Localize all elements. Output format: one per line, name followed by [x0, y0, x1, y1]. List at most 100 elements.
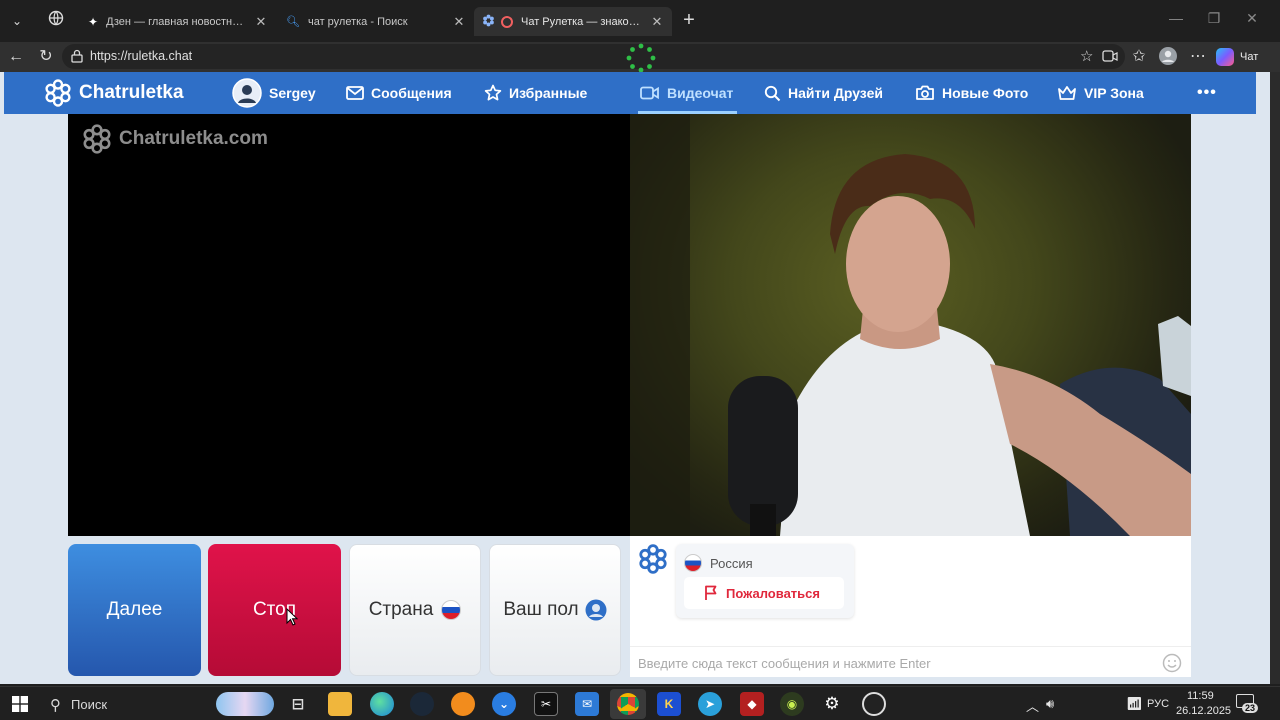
telegram-icon[interactable]: ➤	[698, 692, 722, 716]
report-button[interactable]: Пожаловаться	[684, 577, 844, 609]
chat-panel: Россия Пожаловаться	[630, 536, 1191, 677]
keyboard-language[interactable]: РУС	[1147, 698, 1169, 710]
nav-videochat[interactable]: Видеочат	[637, 72, 738, 114]
close-window-icon[interactable]: ✕	[1240, 10, 1264, 27]
settings-gear-icon[interactable]: ⚙	[820, 692, 844, 716]
copilot-label: Чат	[1240, 51, 1259, 63]
nav-user-profile[interactable]: Sergey	[232, 72, 316, 114]
steam-icon[interactable]	[410, 692, 434, 716]
partner-info-card: Россия Пожаловаться	[676, 544, 854, 618]
search-icon	[764, 85, 781, 101]
tray-chevron-icon[interactable]: ︿	[1026, 696, 1039, 715]
own-video-area: Chatruletka.com	[68, 114, 630, 536]
notification-count: 23	[1242, 703, 1259, 713]
site-header: Chatruletka Sergey Сообщения Избранные В…	[4, 72, 1256, 114]
favorites-icon[interactable]: ✩	[1128, 46, 1150, 68]
browser-tab-bar: ⌄ ✦ Дзен — главная новостная инфо ✕ 🔍︎ ч…	[0, 0, 1280, 42]
tab-label: чат рулетка - Поиск	[307, 15, 408, 28]
loading-spinner-icon	[625, 42, 657, 74]
nav-find-friends[interactable]: Найти Друзей	[764, 72, 883, 114]
star-icon	[484, 84, 502, 101]
web-page: Chatruletka Sergey Сообщения Избранные В…	[0, 72, 1270, 684]
downloads-icon[interactable]: ⌄	[492, 692, 516, 716]
recording-icon	[501, 15, 513, 28]
flag-icon	[705, 585, 717, 600]
file-explorer-icon[interactable]	[328, 692, 352, 716]
browser-tab-dzen[interactable]: ✦ Дзен — главная новостная инфо ✕	[80, 7, 276, 36]
profile-avatar-icon[interactable]	[1157, 46, 1179, 68]
camera-icon	[916, 85, 934, 100]
clock-date[interactable]: 26.12.2025	[1176, 705, 1231, 717]
watermark-text: Chatruletka.com	[119, 128, 268, 149]
gender-button-label: Ваш пол	[503, 599, 579, 620]
message-input-row	[630, 646, 1191, 677]
restore-icon[interactable]: ❐	[1202, 10, 1226, 27]
windows-start-icon[interactable]	[12, 696, 28, 717]
nav-user-name: Sergey	[269, 85, 316, 101]
report-button-label: Пожаловаться	[726, 585, 820, 601]
envelope-icon	[346, 86, 364, 100]
clock-time[interactable]: 11:59	[1187, 690, 1214, 702]
minimize-icon[interactable]: —	[1164, 10, 1188, 26]
site-logo[interactable]: Chatruletka	[44, 72, 184, 114]
close-tab-icon[interactable]: ✕	[254, 14, 268, 30]
crown-icon	[1058, 86, 1076, 100]
nav-new-photos[interactable]: Новые Фото	[915, 72, 1028, 114]
search-highlight-icon	[216, 692, 274, 716]
watermark: Chatruletka.com	[82, 124, 268, 154]
search-icon: 🔍︎	[286, 16, 300, 28]
browser-tab-chatruletka[interactable]: Чат Рулетка — знакомства и ✕	[474, 7, 672, 36]
copilot-button[interactable]: Чат	[1216, 45, 1268, 69]
nav-vip-label: VIP Зона	[1084, 85, 1144, 101]
antivirus-icon[interactable]: ◆	[740, 692, 764, 716]
country-button[interactable]: Страна	[349, 544, 481, 676]
tab-list-chevron-icon[interactable]: ⌄	[6, 10, 28, 32]
next-button-label: Далее	[106, 599, 163, 620]
nav-messages[interactable]: Сообщения	[346, 72, 452, 114]
nav-favorites[interactable]: Избранные	[484, 72, 587, 114]
network-icon[interactable]: 📶︎	[1126, 696, 1143, 712]
page-scrollbar[interactable]	[1270, 72, 1280, 684]
mail-icon[interactable]: ✉	[575, 692, 599, 716]
watermark-logo-icon	[83, 124, 111, 154]
chatruletka-icon	[482, 14, 495, 30]
camera-permission-icon[interactable]	[1102, 49, 1118, 68]
chrome-icon[interactable]	[610, 689, 646, 719]
back-arrow-icon[interactable]: ←	[5, 46, 27, 68]
message-input[interactable]	[638, 653, 1148, 673]
more-menu-icon[interactable]: ⋯	[1187, 46, 1209, 68]
close-tab-icon[interactable]: ✕	[452, 14, 466, 30]
kinoshot-icon[interactable]: K	[657, 692, 681, 716]
user-avatar-icon	[585, 599, 607, 621]
favorite-star-icon[interactable]: ☆	[1080, 47, 1093, 65]
obs-icon[interactable]	[862, 692, 886, 716]
video-camera-icon	[640, 86, 659, 100]
capcut-icon[interactable]: ✂	[534, 692, 558, 716]
browser-toolbar: ← ↻ https://ruletka.chat ☆ ✩ ⋯ Чат	[0, 42, 1280, 73]
fl-studio-icon[interactable]	[451, 692, 475, 716]
next-button[interactable]: Далее	[68, 544, 201, 676]
nav-vip[interactable]: VIP Зона	[1057, 72, 1144, 114]
task-view-icon[interactable]: ⊟	[286, 692, 310, 716]
app-green-circle-icon[interactable]: ◉	[780, 692, 804, 716]
volume-icon[interactable]: 🔊︎	[1046, 696, 1054, 712]
close-tab-icon[interactable]: ✕	[650, 14, 664, 30]
logo-text: Chatruletka	[79, 82, 184, 103]
browser-tab-search[interactable]: 🔍︎ чат рулетка - Поиск ✕	[278, 7, 474, 36]
edge-icon[interactable]	[370, 692, 394, 716]
workspaces-icon[interactable]	[45, 10, 67, 32]
stop-button[interactable]: Стоп	[208, 544, 341, 676]
nav-videochat-label: Видеочат	[667, 85, 734, 101]
chatruletka-logo-icon	[639, 544, 667, 574]
nav-more-icon[interactable]: •••	[1197, 72, 1217, 114]
new-tab-icon[interactable]: +	[678, 9, 700, 31]
gender-button[interactable]: Ваш пол	[489, 544, 621, 676]
address-bar[interactable]: https://ruletka.chat ☆	[62, 43, 1125, 73]
emoji-icon[interactable]	[1162, 653, 1182, 673]
reload-icon[interactable]: ↻	[35, 46, 57, 68]
copilot-icon	[1216, 48, 1234, 66]
taskbar-search[interactable]: ⚲ Поиск	[44, 691, 284, 718]
plus-star-icon: ✦	[88, 14, 99, 29]
site-info-icon[interactable]	[70, 49, 84, 63]
nav-new-photos-label: Новые Фото	[942, 85, 1029, 101]
